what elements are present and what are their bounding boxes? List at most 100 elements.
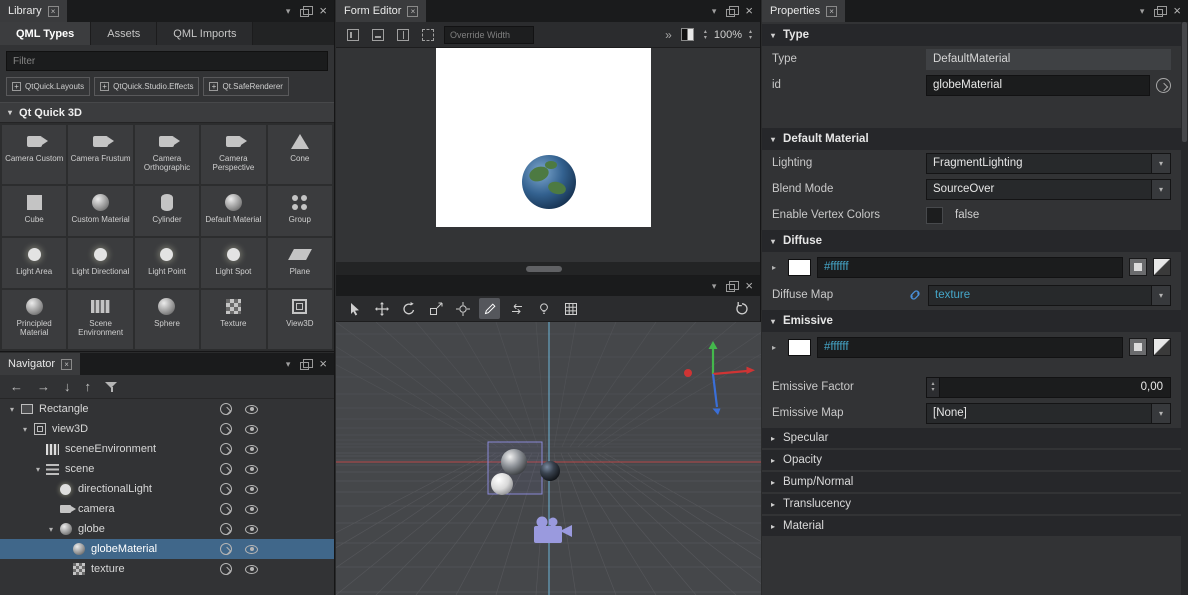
add-import-studio-effects-button[interactable]: +QtQuick.Studio.Effects	[94, 77, 199, 96]
library-item-texture[interactable]: Texture	[201, 290, 265, 349]
reset-view-button[interactable]	[731, 298, 752, 319]
scrollbar-handle[interactable]	[526, 266, 562, 272]
navigator-item-globe[interactable]: ▾globe	[0, 519, 334, 539]
library-item-light-point[interactable]: Light Point	[135, 238, 199, 288]
section-header-translucency[interactable]: ▸Translucency	[762, 494, 1181, 514]
lighting-dropdown[interactable]: FragmentLighting ▾	[926, 153, 1171, 174]
section-header-diffuse[interactable]: ▾Diffuse	[762, 230, 1181, 252]
navigator-item-camera[interactable]: camera	[0, 499, 334, 519]
emissive-map-dropdown[interactable]: [None] ▾	[926, 403, 1171, 424]
section-header-type[interactable]: ▾Type	[762, 24, 1181, 46]
move-tool-button[interactable]	[371, 298, 392, 319]
export-alias-icon[interactable]	[1156, 78, 1171, 93]
canvas-color-button[interactable]	[679, 26, 697, 44]
section-header-default-material[interactable]: ▾Default Material	[762, 128, 1181, 150]
visibility-eye-icon[interactable]	[245, 465, 258, 474]
show-anchors-button[interactable]	[369, 26, 387, 44]
move-left-button[interactable]: ←	[10, 379, 23, 394]
close-panel-icon[interactable]: ×	[319, 358, 327, 370]
snapping-button[interactable]	[394, 26, 412, 44]
vertical-scrollbar[interactable]	[1181, 22, 1188, 595]
visibility-eye-icon[interactable]	[245, 425, 258, 434]
tab-qml-imports[interactable]: QML Imports	[157, 22, 253, 45]
show-bounds-button[interactable]	[344, 26, 362, 44]
float-panel-icon[interactable]	[300, 362, 309, 370]
section-header-bump-normal[interactable]: ▸Bump/Normal	[762, 472, 1181, 492]
globe-item[interactable]	[521, 154, 577, 210]
float-panel-icon[interactable]	[300, 9, 309, 17]
navigator-item-sceneenvironment[interactable]: sceneEnvironment	[0, 439, 334, 459]
emissive-factor-spinbox[interactable]: ▴▾ 0,00	[926, 377, 1171, 398]
id-input[interactable]	[926, 75, 1150, 96]
gradient-button[interactable]	[1153, 258, 1171, 276]
expander-icon[interactable]: ▸	[772, 343, 782, 352]
library-item-camera-custom[interactable]: Camera Custom	[2, 125, 66, 184]
section-header-material[interactable]: ▸Material	[762, 516, 1181, 536]
panel-menu-icon[interactable]: ▾	[286, 360, 291, 369]
horizontal-scrollbar[interactable]	[336, 262, 760, 276]
diffuse-hex-input[interactable]	[817, 257, 1123, 278]
section-header-opacity[interactable]: ▸Opacity	[762, 450, 1181, 470]
toggle-grid-button[interactable]	[560, 298, 581, 319]
visibility-eye-icon[interactable]	[245, 485, 258, 494]
diffuse-map-dropdown[interactable]: texture ▾	[928, 285, 1171, 306]
selection-marquee-button[interactable]	[419, 26, 437, 44]
metal-sphere-object[interactable]	[501, 449, 527, 475]
scrollbar-handle[interactable]	[1182, 22, 1187, 142]
library-item-sphere[interactable]: Sphere	[135, 290, 199, 349]
emissive-color-swatch[interactable]	[788, 339, 811, 356]
library-item-scene-environment[interactable]: Scene Environment	[68, 290, 132, 349]
move-up-button[interactable]: ↑	[85, 379, 92, 394]
library-item-camera-orthographic[interactable]: Camera Orthographic	[135, 125, 199, 184]
panel-tab-library[interactable]: Library ×	[0, 0, 67, 22]
viewport-3d[interactable]	[336, 322, 760, 595]
close-panel-icon[interactable]: ×	[1173, 5, 1181, 17]
zoom-stepper[interactable]: ▴▾	[749, 29, 752, 41]
visibility-eye-icon[interactable]	[245, 405, 258, 414]
zoom-stepper[interactable]: ▴▾	[704, 29, 707, 41]
add-import-saferenderer-button[interactable]: +Qt.SafeRenderer	[203, 77, 288, 96]
navigator-item-texture[interactable]: texture	[0, 559, 334, 579]
library-item-custom-material[interactable]: Custom Material	[68, 186, 132, 236]
add-import-qtquick-layouts-button[interactable]: +QtQuick.Layouts	[6, 77, 90, 96]
toggle-cameras-button[interactable]	[506, 298, 527, 319]
navigator-item-globematerial[interactable]: globeMaterial	[0, 539, 334, 559]
export-alias-icon[interactable]	[220, 483, 232, 495]
binding-link-icon[interactable]	[908, 288, 922, 302]
filter-tree-icon[interactable]	[105, 381, 118, 393]
navigator-item-view3d[interactable]: ▾view3D	[0, 419, 334, 439]
export-alias-icon[interactable]	[220, 563, 232, 575]
export-alias-icon[interactable]	[220, 443, 232, 455]
toolbar-overflow-icon[interactable]: »	[665, 28, 672, 42]
gradient-button[interactable]	[1153, 338, 1171, 356]
library-item-cone[interactable]: Cone	[268, 125, 332, 184]
library-item-light-area[interactable]: Light Area	[2, 238, 66, 288]
tab-qml-types[interactable]: QML Types	[0, 22, 91, 45]
solid-color-button[interactable]	[1129, 258, 1147, 276]
expander-icon[interactable]: ▸	[772, 263, 782, 272]
visibility-eye-icon[interactable]	[245, 505, 258, 514]
section-header-emissive[interactable]: ▾Emissive	[762, 310, 1181, 332]
white-sphere-object[interactable]	[491, 473, 513, 495]
library-item-default-material[interactable]: Default Material	[201, 186, 265, 236]
panel-tab-form-editor[interactable]: Form Editor ×	[336, 0, 426, 22]
export-alias-icon[interactable]	[220, 523, 232, 535]
panel-tab-properties[interactable]: Properties ×	[762, 0, 845, 22]
close-icon[interactable]: ×	[826, 6, 837, 17]
stepper-icon[interactable]: ▴▾	[927, 378, 940, 397]
artboard[interactable]	[436, 48, 651, 227]
export-alias-icon[interactable]	[220, 543, 232, 555]
library-item-camera-frustum[interactable]: Camera Frustum	[68, 125, 132, 184]
library-item-camera-perspective[interactable]: Camera Perspective	[201, 125, 265, 184]
export-alias-icon[interactable]	[220, 503, 232, 515]
float-panel-icon[interactable]	[726, 284, 735, 292]
library-item-plane[interactable]: Plane	[268, 238, 332, 288]
close-panel-icon[interactable]: ×	[745, 280, 753, 292]
close-panel-icon[interactable]: ×	[745, 5, 753, 17]
close-icon[interactable]: ×	[407, 6, 418, 17]
panel-menu-icon[interactable]: ▾	[1140, 7, 1145, 16]
close-panel-icon[interactable]: ×	[319, 5, 327, 17]
visibility-eye-icon[interactable]	[245, 445, 258, 454]
move-down-button[interactable]: ↓	[64, 379, 71, 394]
form-editor-canvas[interactable]	[336, 48, 760, 262]
